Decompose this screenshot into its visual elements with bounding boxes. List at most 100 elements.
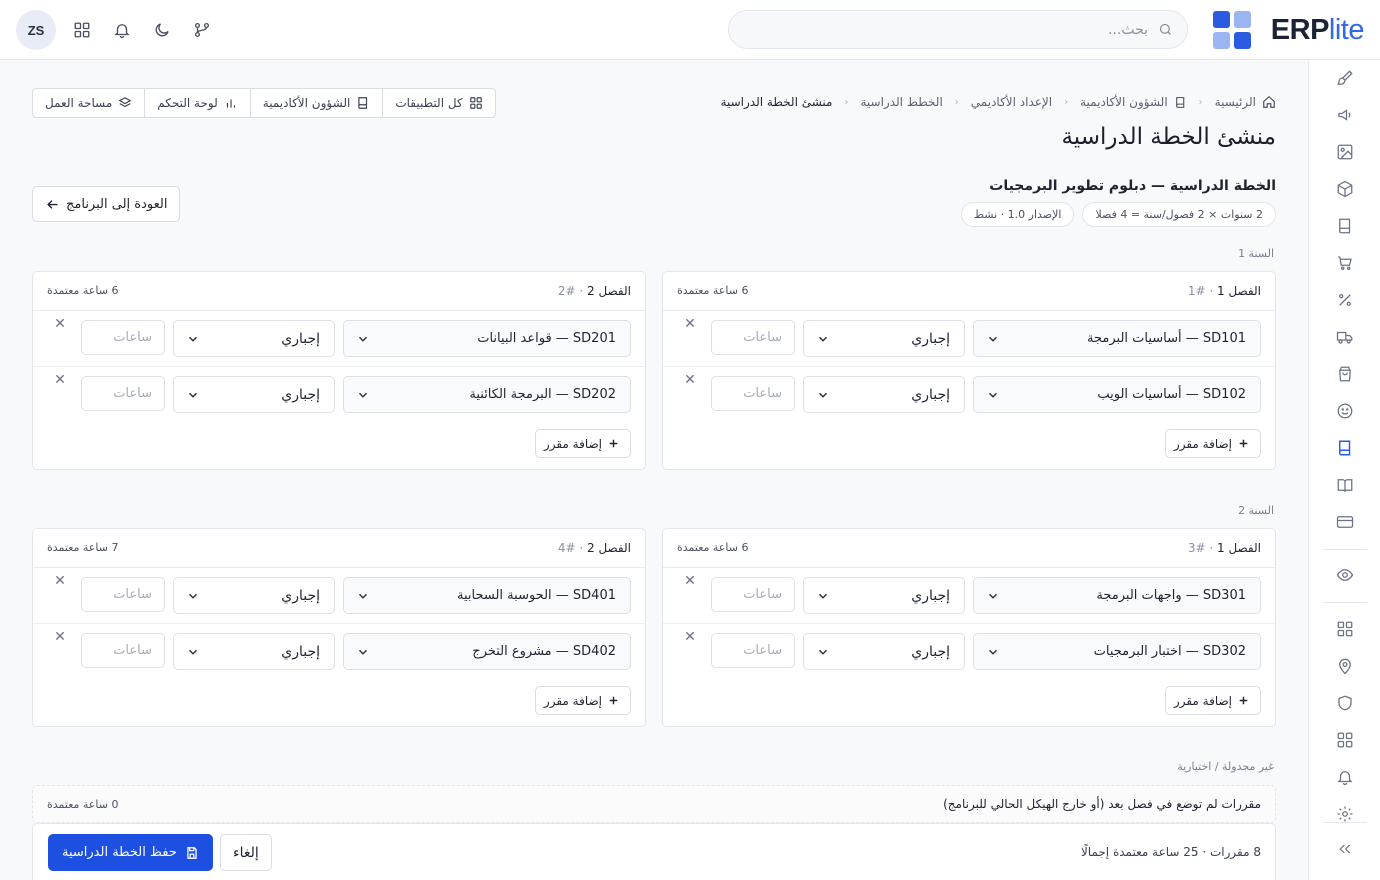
book-open-icon[interactable] [1335,475,1355,495]
course-select[interactable]: SD402 — مشروع التخرج [343,633,631,670]
home-icon[interactable] [1262,95,1276,109]
course-type-select[interactable]: إجباري [173,376,335,413]
brand-logo[interactable]: ERPlite [1212,10,1365,50]
bell-icon[interactable] [1335,767,1355,787]
course-select[interactable]: SD302 — اختبار البرمجيات [973,633,1261,670]
megaphone-icon[interactable] [1335,105,1355,125]
remove-course-icon[interactable]: ✕ [53,630,67,644]
course-select[interactable]: SD202 — البرمجة الكائنية [343,376,631,413]
plus-icon [1237,694,1250,707]
hours-input[interactable] [711,320,795,355]
course-type-select[interactable]: إجباري [803,376,965,413]
search-bar[interactable]: بحث... [728,10,1188,49]
plan-title: الخطة الدراسية — دبلوم تطوير البرمجيات [989,178,1276,194]
course-select[interactable]: SD102 — أساسيات الويب [973,376,1261,413]
cube-icon[interactable] [1335,179,1355,199]
remove-course-icon[interactable]: ✕ [53,317,67,331]
breadcrumb-item-academic-setup[interactable]: الإعداد الأكاديمي [971,95,1052,109]
remove-course-icon[interactable]: ✕ [53,373,67,387]
hours-input[interactable] [711,633,795,668]
notebook-icon[interactable] [1335,438,1355,458]
unscheduled-dropzone[interactable]: مقررات لم توضع في فصل بعد (أو خارج الهيك… [32,785,1276,823]
semester-header: الفصل 1 · #3 6 ساعة معتمدة [663,529,1275,568]
course-row: SD402 — مشروع التخرج إجباري ✕ [33,623,645,678]
course-type-select[interactable]: إجباري [173,577,335,614]
course-row: SD201 — قواعد البيانات إجباري ✕ [33,311,645,366]
breadcrumb-item-study-plans[interactable]: الخطط الدراسية [860,95,942,109]
chevron-down-icon [356,332,370,346]
course-select[interactable]: SD101 — أساسيات البرمجة [973,320,1261,357]
breadcrumb-separator: ‹ [844,96,849,108]
semester-header: الفصل 2 · #2 6 ساعة معتمدة [33,272,645,311]
quick-nav-academic-affairs[interactable]: الشؤون الأكاديمية [249,89,383,117]
hours-input[interactable] [81,320,165,355]
search-placeholder: بحث... [1107,21,1148,38]
quick-nav-label: الشؤون الأكاديمية [262,96,351,110]
chevrons-left-icon[interactable] [1335,839,1355,859]
apps-grid-icon[interactable] [68,16,96,44]
plan-meta: 2 سنوات × 2 فصول/سنة = 4 فصلا الإصدار 1.… [960,202,1276,227]
grid-icon[interactable] [1335,619,1355,639]
add-course-button[interactable]: إضافة مقرر [534,429,631,458]
remove-course-icon[interactable]: ✕ [683,574,697,588]
page-title: منشئ الخطة الدراسية [1061,124,1276,150]
course-type-select[interactable]: إجباري [803,577,965,614]
bell-icon[interactable] [108,16,136,44]
breadcrumb-separator: ‹ [1064,96,1069,108]
cart-icon[interactable] [1335,253,1355,273]
rail-divider [1323,549,1367,550]
remove-course-icon[interactable]: ✕ [53,574,67,588]
semester-card: الفصل 2 · #4 7 ساعة معتمدة SD401 — الحوس… [32,528,646,727]
brush-icon[interactable] [1335,68,1355,88]
hours-input[interactable] [81,577,165,612]
user-avatar[interactable]: ZS [16,10,56,50]
percent-icon[interactable] [1335,290,1355,310]
remove-course-icon[interactable]: ✕ [683,630,697,644]
add-course-button[interactable]: إضافة مقرر [1164,429,1261,458]
add-course-button[interactable]: إضافة مقرر [534,686,631,715]
hours-input[interactable] [81,633,165,668]
course-select[interactable]: SD401 — الحوسبة السحابية [343,577,631,614]
save-plan-button[interactable]: حفظ الخطة الدراسية [48,834,213,871]
back-to-program-button[interactable]: العودة إلى البرنامج [32,186,181,222]
shield-icon[interactable] [1335,693,1355,713]
quick-nav-workspace[interactable]: مساحة العمل [33,89,144,117]
breadcrumb-item-home[interactable]: الرئيسية [1215,95,1256,109]
gear-icon[interactable] [1335,804,1355,824]
eye-icon[interactable] [1335,565,1355,585]
location-icon[interactable] [1335,656,1355,676]
git-branch-icon[interactable] [188,16,216,44]
quick-nav: كل التطبيقات الشؤون الأكاديمية لوحة التح… [32,88,496,118]
quick-nav-all-apps[interactable]: كل التطبيقات [382,89,494,117]
bag-icon[interactable] [1335,364,1355,384]
remove-course-icon[interactable]: ✕ [683,317,697,331]
course-type-select[interactable]: إجباري [803,320,965,357]
hours-input[interactable] [711,577,795,612]
breadcrumb-item-academic-affairs[interactable]: الشؤون الأكاديمية [1080,95,1168,109]
image-icon[interactable] [1335,142,1355,162]
course-type-select[interactable]: إجباري [803,633,965,670]
book-icon[interactable] [1335,216,1355,236]
add-course-button[interactable]: إضافة مقرر [1164,686,1261,715]
breadcrumb-separator: ‹ [1198,96,1203,108]
hours-input[interactable] [81,376,165,411]
cancel-button[interactable]: إلغاء [220,834,272,871]
course-type-select[interactable]: إجباري [173,633,335,670]
quick-nav-label: كل التطبيقات [395,96,463,110]
moon-icon[interactable] [148,16,176,44]
truck-icon[interactable] [1335,327,1355,347]
course-row: SD102 — أساسيات الويب إجباري ✕ [663,366,1275,421]
quick-nav-dashboard[interactable]: لوحة التحكم [144,89,250,117]
course-select[interactable]: SD201 — قواعد البيانات [343,320,631,357]
grid-icon[interactable] [1335,730,1355,750]
course-type-select[interactable]: إجباري [173,320,335,357]
remove-course-icon[interactable]: ✕ [683,373,697,387]
smile-icon[interactable] [1335,401,1355,421]
semester-credit-hours: 7 ساعة معتمدة [47,541,119,554]
unscheduled-credit-hours: 0 ساعة معتمدة [47,798,119,811]
course-row: SD101 — أساسيات البرمجة إجباري ✕ [663,311,1275,366]
card-icon[interactable] [1335,512,1355,532]
hours-input[interactable] [711,376,795,411]
course-select[interactable]: SD301 — واجهات البرمجة [973,577,1261,614]
book-icon [356,96,370,110]
